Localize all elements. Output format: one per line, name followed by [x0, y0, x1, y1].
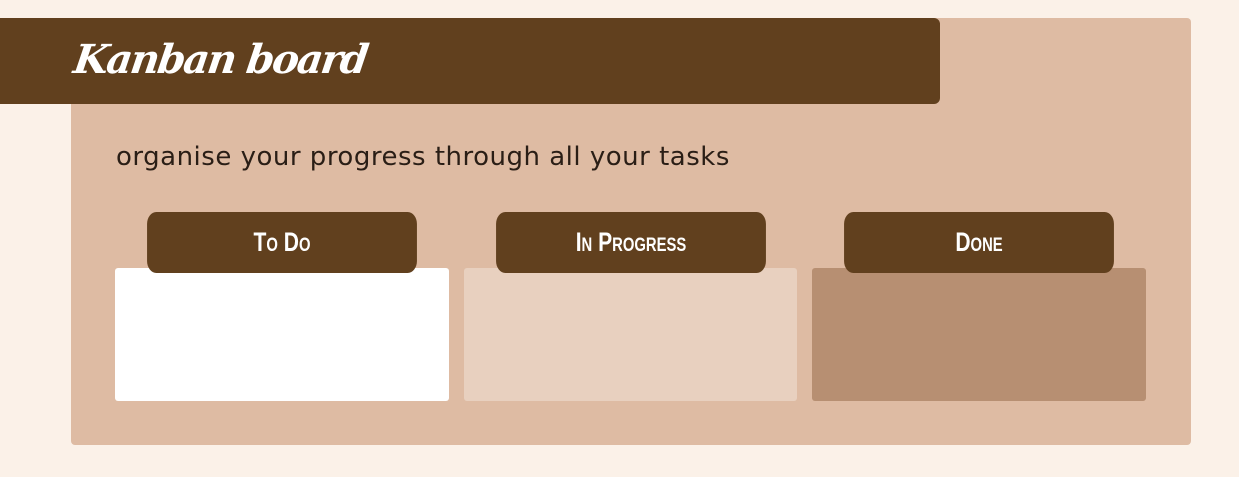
- title-bar: Kanban board: [0, 18, 940, 104]
- column-title-in-progress: In Progress: [575, 227, 687, 257]
- page-title: Kanban board: [70, 36, 370, 83]
- column-title-done: Done: [955, 227, 1003, 257]
- column-header-in-progress: In Progress: [496, 212, 766, 273]
- column-todo: To Do: [109, 212, 455, 402]
- column-title-todo: To Do: [253, 227, 311, 257]
- column-done: Done: [806, 212, 1152, 402]
- column-dropzone-in-progress[interactable]: [464, 268, 797, 401]
- column-header-done: Done: [844, 212, 1114, 273]
- column-dropzone-todo[interactable]: [115, 268, 449, 401]
- column-dropzone-done[interactable]: [812, 268, 1146, 401]
- column-in-progress: In Progress: [458, 212, 804, 402]
- column-header-todo: To Do: [147, 212, 417, 273]
- page-subtitle: organise your progress through all your …: [116, 142, 730, 172]
